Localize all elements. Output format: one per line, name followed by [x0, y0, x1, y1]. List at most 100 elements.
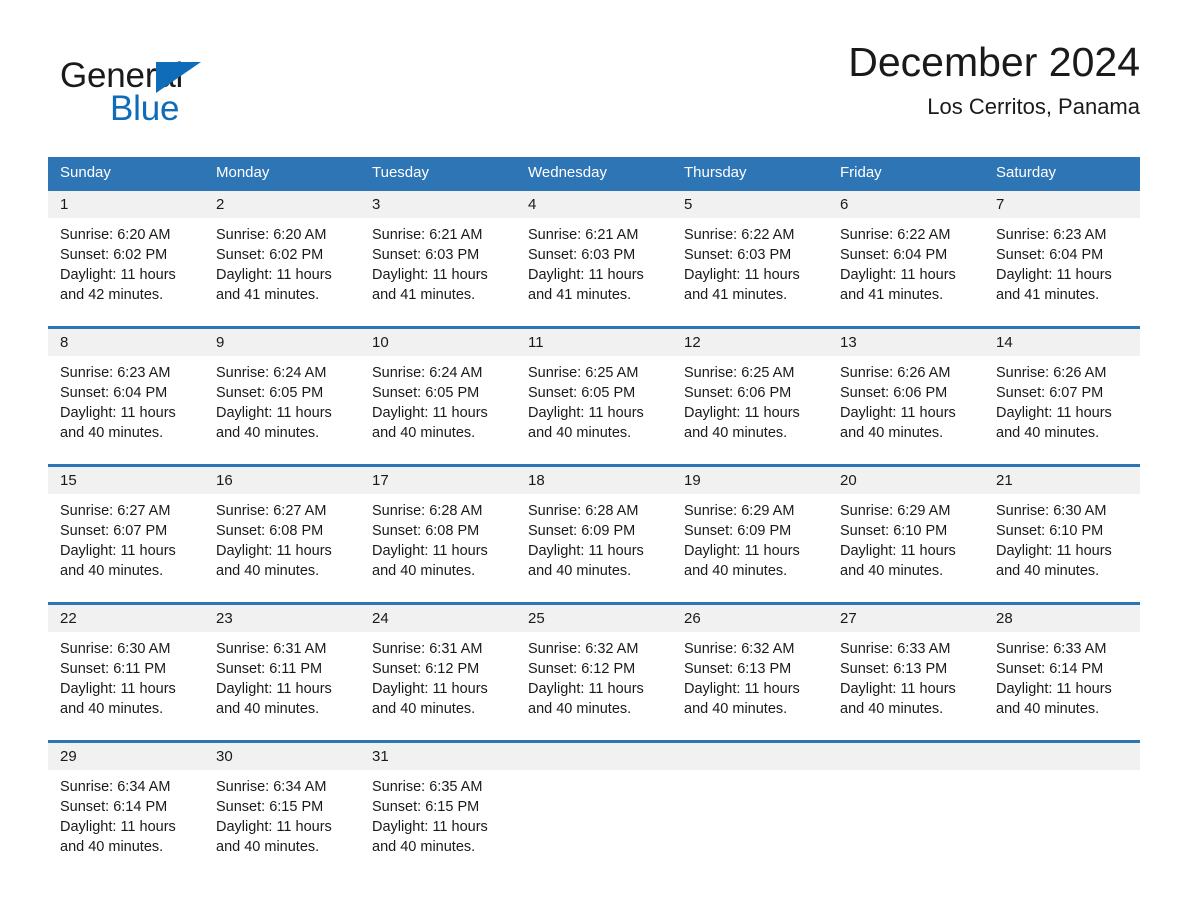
daylight-text-line1: Daylight: 11 hours: [840, 405, 956, 421]
sunset-text: Sunset: 6:10 PM: [840, 523, 948, 539]
date-number: 11: [528, 334, 544, 351]
day-cell[interactable]: Sunrise: 6:31 AM Sunset: 6:12 PM Dayligh…: [360, 632, 516, 740]
sunrise-text: Sunrise: 6:21 AM: [372, 227, 483, 243]
sunset-text: Sunset: 6:04 PM: [60, 385, 168, 401]
sunrise-text: Sunrise: 6:33 AM: [996, 641, 1107, 657]
daylight-text-line1: Daylight: 11 hours: [372, 405, 488, 421]
sunset-text: Sunset: 6:07 PM: [60, 523, 168, 539]
sunrise-text: Sunrise: 6:35 AM: [372, 779, 483, 795]
date-number: 16: [216, 472, 233, 489]
date-number: 1: [60, 196, 69, 213]
day-cell[interactable]: Sunrise: 6:29 AM Sunset: 6:09 PM Dayligh…: [672, 494, 828, 602]
day-cell[interactable]: Sunrise: 6:29 AM Sunset: 6:10 PM Dayligh…: [828, 494, 984, 602]
day-cell[interactable]: Sunrise: 6:28 AM Sunset: 6:08 PM Dayligh…: [360, 494, 516, 602]
day-cell[interactable]: Sunrise: 6:34 AM Sunset: 6:14 PM Dayligh…: [48, 770, 204, 878]
daylight-text-line1: Daylight: 11 hours: [684, 681, 800, 697]
day-cell[interactable]: Sunrise: 6:24 AM Sunset: 6:05 PM Dayligh…: [204, 356, 360, 464]
daylight-text-line2: and 40 minutes.: [528, 701, 632, 717]
daylight-text-line1: Daylight: 11 hours: [684, 267, 800, 283]
date-number: 29: [60, 748, 77, 765]
sunset-text: Sunset: 6:13 PM: [684, 661, 792, 677]
sunset-text: Sunset: 6:09 PM: [684, 523, 792, 539]
day-cell-empty: [516, 770, 672, 878]
week-detail-row: Sunrise: 6:27 AM Sunset: 6:07 PM Dayligh…: [48, 494, 1140, 602]
day-cell[interactable]: Sunrise: 6:30 AM Sunset: 6:11 PM Dayligh…: [48, 632, 204, 740]
daylight-text-line2: and 40 minutes.: [60, 563, 164, 579]
daylight-text-line1: Daylight: 11 hours: [372, 543, 488, 559]
day-cell[interactable]: Sunrise: 6:32 AM Sunset: 6:12 PM Dayligh…: [516, 632, 672, 740]
dow-thursday: Thursday: [684, 164, 747, 181]
date-number: 23: [216, 610, 233, 627]
sunrise-text: Sunrise: 6:25 AM: [528, 365, 639, 381]
sunset-text: Sunset: 6:11 PM: [216, 661, 323, 677]
day-cell[interactable]: Sunrise: 6:32 AM Sunset: 6:13 PM Dayligh…: [672, 632, 828, 740]
day-cell[interactable]: Sunrise: 6:33 AM Sunset: 6:14 PM Dayligh…: [984, 632, 1140, 740]
day-cell[interactable]: Sunrise: 6:23 AM Sunset: 6:04 PM Dayligh…: [984, 218, 1140, 326]
date-number: 20: [840, 472, 857, 489]
daylight-text-line2: and 41 minutes.: [216, 287, 320, 303]
day-cell[interactable]: Sunrise: 6:31 AM Sunset: 6:11 PM Dayligh…: [204, 632, 360, 740]
week-detail-row: Sunrise: 6:20 AM Sunset: 6:02 PM Dayligh…: [48, 218, 1140, 326]
date-number: 18: [528, 472, 545, 489]
day-cell[interactable]: Sunrise: 6:28 AM Sunset: 6:09 PM Dayligh…: [516, 494, 672, 602]
sunrise-text: Sunrise: 6:31 AM: [372, 641, 483, 657]
calendar-page: General Blue December 2024 Los Cerritos,…: [0, 0, 1188, 918]
sunrise-text: Sunrise: 6:30 AM: [996, 503, 1107, 519]
day-cell[interactable]: Sunrise: 6:22 AM Sunset: 6:04 PM Dayligh…: [828, 218, 984, 326]
day-cell[interactable]: Sunrise: 6:23 AM Sunset: 6:04 PM Dayligh…: [48, 356, 204, 464]
day-cell[interactable]: Sunrise: 6:20 AM Sunset: 6:02 PM Dayligh…: [204, 218, 360, 326]
date-number: 21: [996, 472, 1013, 489]
day-cell[interactable]: Sunrise: 6:25 AM Sunset: 6:05 PM Dayligh…: [516, 356, 672, 464]
daylight-text-line2: and 41 minutes.: [372, 287, 476, 303]
day-cell[interactable]: Sunrise: 6:35 AM Sunset: 6:15 PM Dayligh…: [360, 770, 516, 878]
daylight-text-line1: Daylight: 11 hours: [684, 405, 800, 421]
date-number: 2: [216, 196, 225, 213]
dow-tuesday: Tuesday: [372, 164, 429, 181]
day-cell[interactable]: Sunrise: 6:21 AM Sunset: 6:03 PM Dayligh…: [360, 218, 516, 326]
daylight-text-line1: Daylight: 11 hours: [528, 267, 644, 283]
date-number: 17: [372, 472, 389, 489]
daylight-text-line1: Daylight: 11 hours: [60, 819, 176, 835]
daylight-text-line2: and 40 minutes.: [216, 425, 320, 441]
daylight-text-line1: Daylight: 11 hours: [216, 819, 332, 835]
day-cell[interactable]: Sunrise: 6:22 AM Sunset: 6:03 PM Dayligh…: [672, 218, 828, 326]
sunset-text: Sunset: 6:14 PM: [996, 661, 1104, 677]
day-cell[interactable]: Sunrise: 6:26 AM Sunset: 6:06 PM Dayligh…: [828, 356, 984, 464]
day-cell[interactable]: Sunrise: 6:20 AM Sunset: 6:02 PM Dayligh…: [48, 218, 204, 326]
daylight-text-line1: Daylight: 11 hours: [372, 267, 488, 283]
daylight-text-line2: and 40 minutes.: [840, 425, 944, 441]
generalblue-logo[interactable]: General Blue: [60, 50, 360, 130]
daylight-text-line1: Daylight: 11 hours: [60, 543, 176, 559]
daylight-text-line1: Daylight: 11 hours: [60, 405, 176, 421]
sunset-text: Sunset: 6:03 PM: [528, 247, 636, 263]
date-number: 15: [60, 472, 77, 489]
sunset-text: Sunset: 6:06 PM: [840, 385, 948, 401]
date-number: 8: [60, 334, 69, 351]
day-cell[interactable]: Sunrise: 6:25 AM Sunset: 6:06 PM Dayligh…: [672, 356, 828, 464]
sunset-text: Sunset: 6:02 PM: [216, 247, 324, 263]
daylight-text-line2: and 41 minutes.: [528, 287, 632, 303]
day-cell[interactable]: Sunrise: 6:34 AM Sunset: 6:15 PM Dayligh…: [204, 770, 360, 878]
day-cell[interactable]: Sunrise: 6:27 AM Sunset: 6:08 PM Dayligh…: [204, 494, 360, 602]
sunrise-text: Sunrise: 6:33 AM: [840, 641, 951, 657]
daylight-text-line1: Daylight: 11 hours: [216, 405, 332, 421]
day-cell[interactable]: Sunrise: 6:30 AM Sunset: 6:10 PM Dayligh…: [984, 494, 1140, 602]
daylight-text-line1: Daylight: 11 hours: [840, 267, 956, 283]
week-date-band: 8 9 10 11 12 13 14: [48, 329, 1140, 356]
daylight-text-line2: and 40 minutes.: [996, 563, 1100, 579]
day-cell[interactable]: Sunrise: 6:26 AM Sunset: 6:07 PM Dayligh…: [984, 356, 1140, 464]
sunrise-text: Sunrise: 6:32 AM: [528, 641, 639, 657]
day-cell[interactable]: Sunrise: 6:33 AM Sunset: 6:13 PM Dayligh…: [828, 632, 984, 740]
date-number: 31: [372, 748, 389, 765]
dow-monday: Monday: [216, 164, 270, 181]
sunrise-text: Sunrise: 6:32 AM: [684, 641, 795, 657]
daylight-text-line2: and 40 minutes.: [684, 425, 788, 441]
day-cell[interactable]: Sunrise: 6:27 AM Sunset: 6:07 PM Dayligh…: [48, 494, 204, 602]
day-cell[interactable]: Sunrise: 6:24 AM Sunset: 6:05 PM Dayligh…: [360, 356, 516, 464]
day-cell[interactable]: Sunrise: 6:21 AM Sunset: 6:03 PM Dayligh…: [516, 218, 672, 326]
daylight-text-line2: and 41 minutes.: [684, 287, 788, 303]
daylight-text-line2: and 41 minutes.: [840, 287, 944, 303]
date-number: 24: [372, 610, 389, 627]
daylight-text-line2: and 40 minutes.: [528, 563, 632, 579]
sunset-text: Sunset: 6:06 PM: [684, 385, 792, 401]
